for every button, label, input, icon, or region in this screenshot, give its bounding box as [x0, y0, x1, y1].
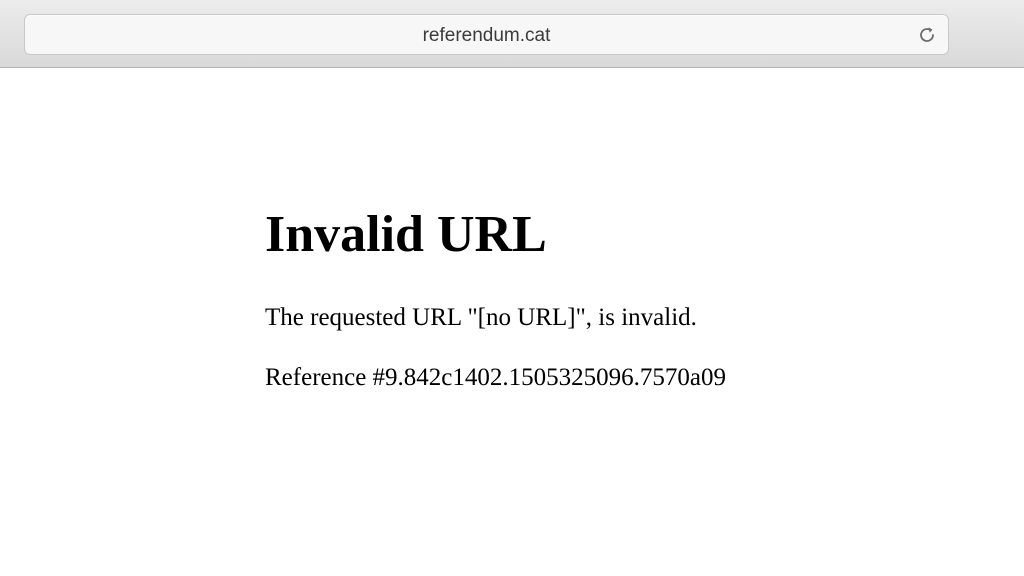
error-content: Invalid URL The requested URL "[no URL]"… [265, 195, 965, 393]
reference-id: Reference #9.842c1402.1505325096.7570a09 [265, 364, 726, 391]
reload-icon[interactable] [916, 24, 938, 46]
page-title: Invalid URL [265, 206, 547, 263]
address-bar[interactable]: referendum.cat [24, 14, 949, 55]
error-message: The requested URL "[no URL]", is invalid… [265, 304, 697, 331]
browser-toolbar: referendum.cat [0, 0, 1024, 68]
address-url[interactable]: referendum.cat [25, 15, 948, 56]
